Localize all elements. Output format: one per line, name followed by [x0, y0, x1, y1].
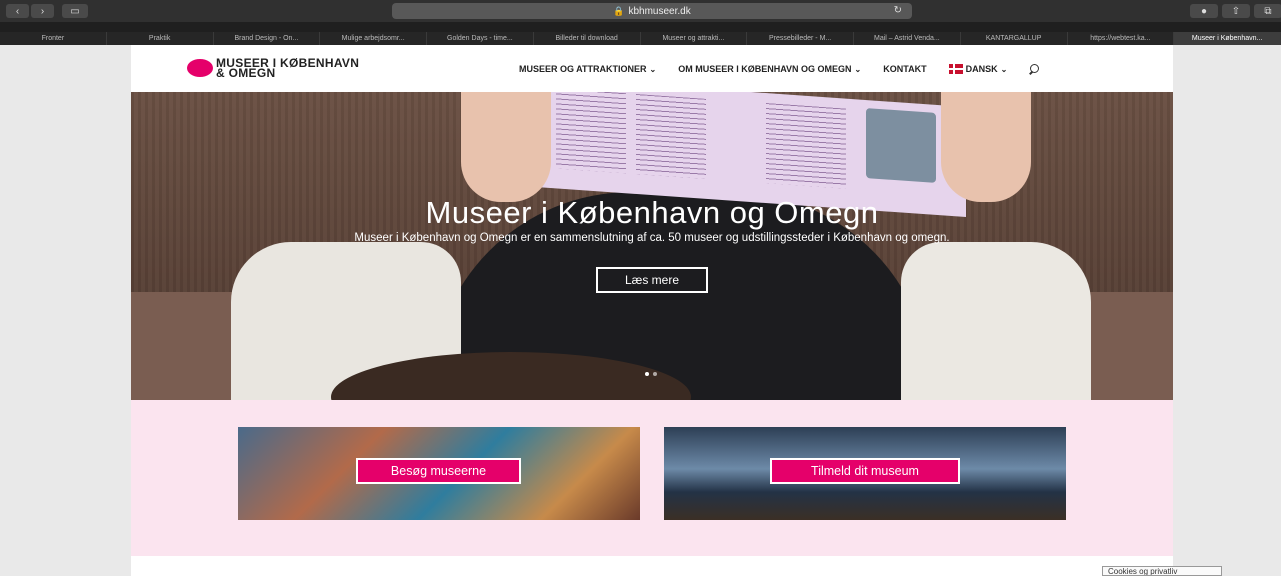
- magazine-column: [766, 103, 846, 189]
- bookmark-item[interactable]: Museer i København...: [1174, 32, 1281, 45]
- menu-item-contact[interactable]: KONTAKT: [883, 64, 926, 74]
- menu-item-museums[interactable]: MUSEER OG ATTRAKTIONER ⌄: [519, 64, 656, 74]
- share-button[interactable]: ⇧: [1222, 4, 1250, 18]
- bookmark-item[interactable]: Pressebilleder - M...: [747, 32, 854, 45]
- magazine-column: [556, 92, 626, 174]
- search-icon[interactable]: [1029, 63, 1041, 75]
- hero-hand-left: [461, 92, 551, 202]
- lock-icon: 🔒: [613, 5, 625, 16]
- bookmark-item[interactable]: https://webtest.ka...: [1068, 32, 1175, 45]
- slider-dot[interactable]: [653, 372, 657, 376]
- language-switcher[interactable]: DANSK ⌄: [948, 63, 1008, 75]
- forward-button[interactable]: ›: [31, 4, 54, 18]
- menu-about-label: OM MUSEER I KØBENHAVN OG OMEGN: [678, 64, 852, 74]
- main-menu: MUSEER OG ATTRAKTIONER ⌄ OM MUSEER I KØBE…: [519, 63, 1041, 75]
- site-logo[interactable]: MUSEER I KØBENHAVN & OMEGN: [216, 57, 359, 79]
- language-label: DANSK: [965, 63, 998, 74]
- logo-mark[interactable]: [187, 59, 213, 77]
- menu-contact-label: KONTAKT: [883, 64, 927, 74]
- bookmark-item[interactable]: Brand Design - On...: [214, 32, 321, 45]
- tabs-overview-button[interactable]: ⧉: [1254, 4, 1281, 18]
- tab-strip: [0, 22, 1281, 32]
- menu-item-about[interactable]: OM MUSEER I KØBENHAVN OG OMEGN ⌄: [678, 64, 861, 74]
- web-page: MUSEER I KØBENHAVN & OMEGN MUSEER OG ATT…: [131, 45, 1173, 576]
- hero-slider: Museer i København og Omegn Museer i Køb…: [131, 92, 1173, 400]
- hero-hand-right: [941, 92, 1031, 202]
- url-text: kbhmuseer.dk: [628, 5, 691, 17]
- sidebar-toggle-button[interactable]: ▭: [62, 4, 88, 18]
- site-header: MUSEER I KØBENHAVN & OMEGN MUSEER OG ATT…: [131, 45, 1173, 92]
- slider-dot[interactable]: [645, 372, 649, 376]
- reload-icon[interactable]: ↻: [894, 5, 902, 16]
- hero-title: Museer i København og Omegn: [425, 195, 879, 230]
- chevron-down-icon: ⌄: [649, 65, 657, 74]
- bookmark-item[interactable]: Fronter: [0, 32, 107, 45]
- cookie-tooltip[interactable]: Cookies og privatliv: [1102, 566, 1222, 576]
- visit-museums-button[interactable]: Besøg museerne: [356, 458, 521, 484]
- hero-person-arm-right: [901, 242, 1091, 400]
- bookmark-item[interactable]: Golden Days - time...: [427, 32, 534, 45]
- bookmark-item[interactable]: Mulige arbejdsomr...: [320, 32, 427, 45]
- bookmark-item[interactable]: Praktik: [107, 32, 214, 45]
- hero-subtitle: Museer i København og Omegn er en sammen…: [354, 232, 950, 244]
- bookmark-item[interactable]: KANTARGALLUP: [961, 32, 1068, 45]
- downloads-button[interactable]: ●: [1190, 4, 1218, 18]
- bookmark-item[interactable]: Mail – Astrid Venda...: [854, 32, 961, 45]
- cta-section: Besøg museerne Tilmeld dit museum: [131, 400, 1173, 556]
- magazine-column: [636, 93, 706, 179]
- slider-dots: [643, 372, 659, 376]
- back-button[interactable]: ‹: [6, 4, 29, 18]
- chevron-down-icon: ⌄: [1000, 64, 1008, 74]
- visit-museums-card[interactable]: Besøg museerne: [238, 427, 640, 520]
- danish-flag-icon: [948, 64, 963, 75]
- menu-museums-label: MUSEER OG ATTRAKTIONER: [519, 64, 647, 74]
- magazine-portrait: [866, 108, 936, 183]
- bookmark-item[interactable]: Billeder til download: [534, 32, 641, 45]
- bookmark-item[interactable]: Museer og attrakti...: [641, 32, 748, 45]
- address-bar[interactable]: 🔒 kbhmuseer.dk ↻: [392, 3, 912, 19]
- bookmarks-bar: Fronter Praktik Brand Design - On... Mulige…: [0, 32, 1281, 45]
- register-museum-button[interactable]: Tilmeld dit museum: [770, 458, 960, 484]
- register-museum-card[interactable]: Tilmeld dit museum: [664, 427, 1066, 520]
- chevron-down-icon: ⌄: [854, 65, 862, 74]
- history-buttons: ‹ ›: [6, 4, 56, 18]
- browser-toolbar: ‹ › ▭ 🔒 kbhmuseer.dk ↻ ● ⇧ ⧉: [0, 0, 1281, 22]
- read-more-button[interactable]: Læs mere: [596, 267, 708, 293]
